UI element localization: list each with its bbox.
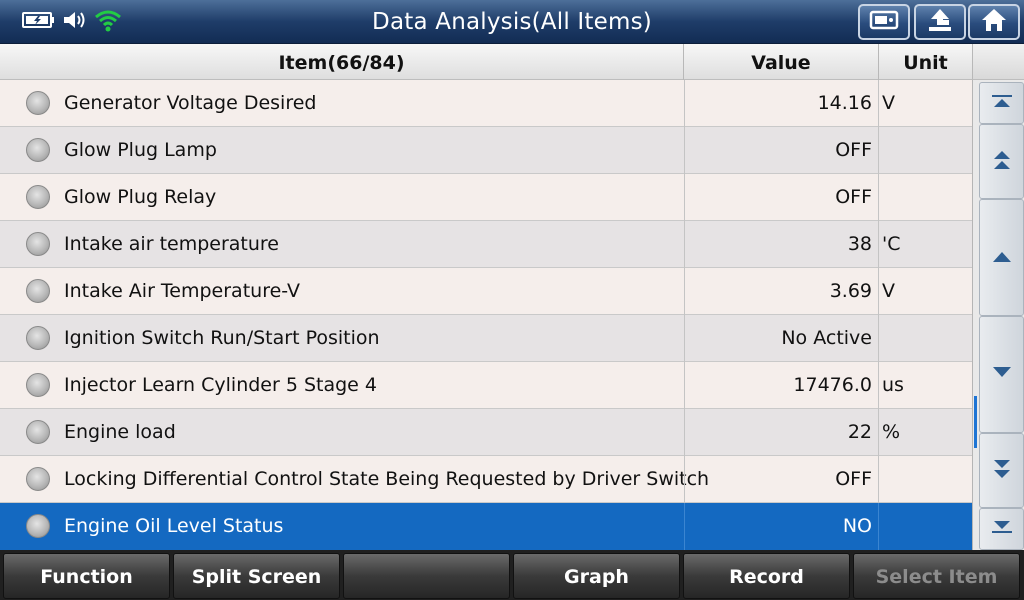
table-row[interactable]: Glow Plug Lamp OFF <box>0 127 972 174</box>
select-item-button[interactable]: Select Item <box>853 553 1020 599</box>
page-up-button[interactable] <box>979 124 1024 199</box>
row-radio[interactable] <box>26 467 50 491</box>
scroll-top-button[interactable] <box>979 82 1024 124</box>
row-item-name: Injector Learn Cylinder 5 Stage 4 <box>64 374 377 396</box>
scroll-up-icon <box>990 248 1014 268</box>
split-screen-button[interactable]: Split Screen <box>173 553 340 599</box>
scroll-down-button[interactable] <box>979 316 1024 433</box>
row-unit <box>882 315 972 362</box>
row-item-name: Locking Differential Control State Being… <box>64 468 710 490</box>
row-item-name: Engine Oil Level Status <box>64 515 284 537</box>
row-value: 38 <box>684 221 879 268</box>
back-button[interactable] <box>914 4 966 40</box>
table-row[interactable]: Intake air temperature 38 'C <box>0 221 972 268</box>
table-header-corner <box>972 44 1024 80</box>
row-value: No Active <box>684 315 879 362</box>
row-radio[interactable] <box>26 91 50 115</box>
back-arrow-icon <box>925 7 955 37</box>
row-unit <box>882 127 972 174</box>
page-down-button[interactable] <box>979 433 1024 508</box>
row-radio[interactable] <box>26 373 50 397</box>
row-radio[interactable] <box>26 326 50 350</box>
row-value: OFF <box>684 174 879 221</box>
table-row[interactable]: Injector Learn Cylinder 5 Stage 4 17476.… <box>0 362 972 409</box>
row-unit: V <box>882 280 895 302</box>
scroll-up-button[interactable] <box>979 199 1024 316</box>
row-value: 14.16 <box>684 80 879 127</box>
column-header-unit: Unit <box>903 52 948 74</box>
scroll-down-icon <box>990 365 1014 385</box>
row-item-name: Glow Plug Lamp <box>64 139 217 161</box>
row-unit <box>882 456 972 503</box>
table-row[interactable]: Generator Voltage Desired 14.16 V <box>0 80 972 127</box>
table-row[interactable]: Intake Air Temperature-V 3.69 V <box>0 268 972 315</box>
row-value: OFF <box>684 127 879 174</box>
row-unit <box>882 174 972 221</box>
home-icon <box>980 7 1008 37</box>
row-item-name: Intake air temperature <box>64 233 279 255</box>
row-unit: us <box>882 374 904 396</box>
row-item-name: Generator Voltage Desired <box>64 92 317 114</box>
scrollbar-thumb[interactable] <box>974 396 977 448</box>
row-radio[interactable] <box>26 514 50 538</box>
data-list: Generator Voltage Desired 14.16 V Glow P… <box>0 80 972 550</box>
row-radio[interactable] <box>26 138 50 162</box>
row-unit: V <box>882 92 895 114</box>
record-button[interactable]: Record <box>683 553 850 599</box>
table-header: Item(66/84) Value Unit <box>0 44 972 80</box>
graph-button[interactable]: Graph <box>513 553 680 599</box>
row-radio[interactable] <box>26 232 50 256</box>
row-value: 17476.0 <box>684 362 879 409</box>
row-unit: % <box>882 421 901 443</box>
bottom-toolbar: Function Split Screen Graph Record Selec… <box>0 550 1024 600</box>
scroll-top-icon <box>990 93 1014 113</box>
table-row[interactable]: Locking Differential Control State Being… <box>0 456 972 503</box>
blank-button[interactable] <box>343 553 510 599</box>
row-radio[interactable] <box>26 420 50 444</box>
row-item-name: Glow Plug Relay <box>64 186 217 208</box>
row-radio[interactable] <box>26 279 50 303</box>
row-value: 22 <box>684 409 879 456</box>
row-item-name: Engine load <box>64 421 176 443</box>
row-radio[interactable] <box>26 185 50 209</box>
home-button[interactable] <box>968 4 1020 40</box>
row-value: 3.69 <box>684 268 879 315</box>
table-row[interactable]: Engine load 22 % <box>0 409 972 456</box>
column-header-item: Item(66/84) <box>0 44 684 80</box>
row-item-name: Ignition Switch Run/Start Position <box>64 327 380 349</box>
row-unit <box>882 503 972 550</box>
screenshot-icon <box>869 9 899 35</box>
column-header-value: Value <box>684 44 879 80</box>
title-bar: Data Analysis(All Items) <box>0 0 1024 44</box>
row-unit: 'C <box>882 233 901 255</box>
scroll-bottom-button[interactable] <box>979 508 1024 550</box>
row-item-name: Intake Air Temperature-V <box>64 280 301 302</box>
table-row[interactable]: Glow Plug Relay OFF <box>0 174 972 221</box>
function-button[interactable]: Function <box>3 553 170 599</box>
table-row[interactable]: Ignition Switch Run/Start Position No Ac… <box>0 315 972 362</box>
table-row-selected[interactable]: Engine Oil Level Status NO <box>0 503 972 550</box>
page-down-icon <box>990 456 1014 486</box>
screenshot-button[interactable] <box>858 4 910 40</box>
scroll-bottom-icon <box>990 519 1014 539</box>
row-value: NO <box>684 503 879 550</box>
page-up-icon <box>990 147 1014 177</box>
row-value: OFF <box>684 456 879 503</box>
